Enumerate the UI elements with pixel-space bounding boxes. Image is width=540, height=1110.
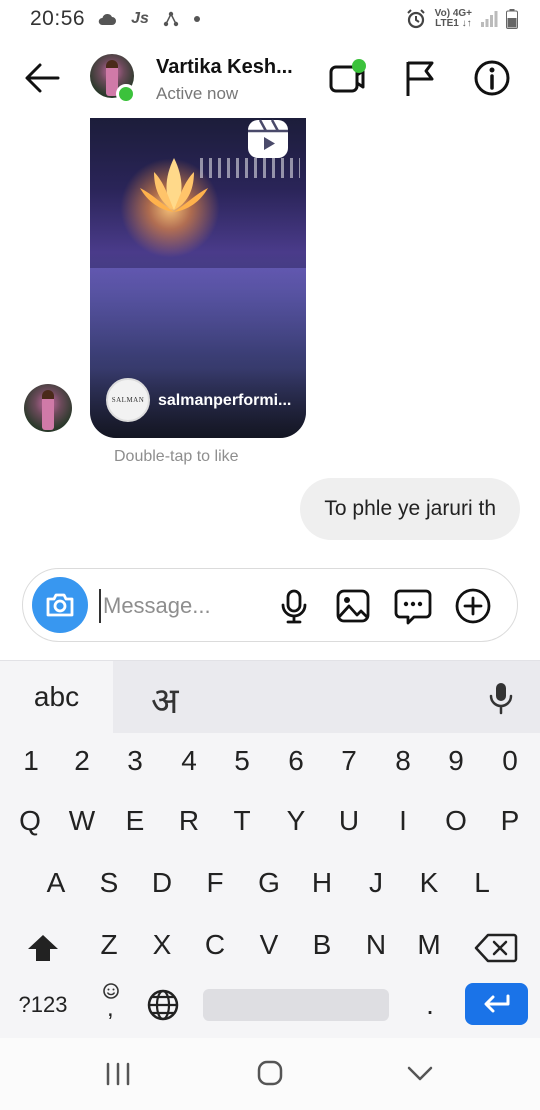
key-6[interactable]: 6 [272,733,320,789]
on-screen-keyboard: abc अ 1 2 3 4 5 6 7 8 9 0 Q W E R T Y U … [0,660,540,1038]
key-m[interactable]: M [405,917,453,973]
key-g[interactable]: G [245,855,293,911]
key-p[interactable]: P [486,793,534,849]
key-8[interactable]: 8 [379,733,427,789]
voice-input-icon[interactable] [486,681,516,715]
shared-reel-card[interactable]: SALMAN salmanperformi... [90,118,306,438]
flag-icon[interactable] [402,58,442,98]
key-r[interactable]: R [165,793,213,849]
key-z[interactable]: Z [85,917,133,973]
symbols-key[interactable]: ?123 [12,977,74,1033]
key-v[interactable]: V [245,917,293,973]
battery-icon [506,9,518,29]
keyboard-toolbar: abc अ [0,661,540,733]
key-n[interactable]: N [352,917,400,973]
key-i[interactable]: I [379,793,427,849]
signal-icon [481,11,498,27]
keyboard-tab-abc[interactable]: abc [0,661,113,733]
message-text: To phle ye jaruri th [324,497,496,520]
period-key[interactable]: . [406,977,454,1033]
nav-back-icon[interactable] [400,1058,440,1090]
enter-icon [484,994,509,1013]
microphone-icon[interactable] [275,587,313,625]
keyboard-tab-hindi-label: अ [151,681,179,722]
key-u[interactable]: U [325,793,373,849]
key-a[interactable]: A [32,855,80,911]
reel-account-logo: SALMAN [111,396,145,404]
key-2[interactable]: 2 [58,733,106,789]
message-input[interactable] [99,589,259,623]
status-time: 20:56 [30,7,86,30]
dot-icon [193,16,200,22]
globe-icon[interactable] [146,988,180,1022]
comma-label: , [107,995,114,1022]
chat-sticker-icon[interactable] [394,587,432,625]
key-d[interactable]: D [138,855,186,911]
home-icon[interactable] [250,1058,290,1090]
contact-status: Active now [156,84,239,103]
camera-icon [46,593,74,617]
key-x[interactable]: X [138,917,186,973]
key-l[interactable]: L [458,855,506,911]
key-q[interactable]: Q [6,793,54,849]
gallery-icon[interactable] [334,587,372,625]
key-b[interactable]: B [298,917,346,973]
key-9[interactable]: 9 [432,733,480,789]
info-icon[interactable] [472,58,512,98]
plus-circle-icon[interactable] [454,587,492,625]
status-bar: 20:56 Js Vo) 4G+ LTE1 ↓↑ [0,0,540,38]
key-e[interactable]: E [111,793,159,849]
enter-key[interactable] [465,983,528,1025]
key-h[interactable]: H [298,855,346,911]
key-w[interactable]: W [58,793,106,849]
space-key[interactable] [203,989,389,1021]
backspace-icon[interactable] [474,933,518,963]
key-3[interactable]: 3 [111,733,159,789]
key-0[interactable]: 0 [486,733,534,789]
key-1[interactable]: 1 [7,733,55,789]
cloud-icon [98,13,117,25]
key-f[interactable]: F [191,855,239,911]
reel-username: salmanperformi... [158,392,292,409]
keyboard-tab-hindi[interactable]: अ [113,661,540,733]
key-4[interactable]: 4 [165,733,213,789]
notification-icons: Js [97,10,201,28]
camera-button[interactable] [32,577,88,633]
shift-icon[interactable] [26,933,60,963]
outgoing-message-bubble[interactable]: To phle ye jaruri th [300,478,520,540]
reels-icon [248,119,288,158]
key-c[interactable]: C [191,917,239,973]
recents-icon[interactable] [98,1058,138,1090]
system-navigation-bar [0,1038,540,1110]
js-icon: Js [131,10,149,27]
alarm-icon [406,9,425,29]
network-indicator: Vo) 4G+ LTE1 ↓↑ [435,9,472,29]
reel-thumbnail-lights [200,158,300,178]
double-tap-hint: Double-tap to like [114,448,239,465]
key-s[interactable]: S [85,855,133,911]
key-5[interactable]: 5 [218,733,266,789]
sender-avatar[interactable] [24,384,72,432]
contact-name[interactable]: Vartika Kesh... [156,56,293,79]
video-call-icon[interactable] [328,58,368,98]
key-y[interactable]: Y [272,793,320,849]
online-indicator [116,84,136,104]
chat-header: Vartika Kesh... Active now [0,40,540,118]
reel-account-avatar: SALMAN [106,378,150,422]
key-7[interactable]: 7 [325,733,373,789]
key-o[interactable]: O [432,793,480,849]
key-t[interactable]: T [218,793,266,849]
emoji-comma-key[interactable]: , [96,981,126,1029]
back-arrow-icon[interactable] [22,60,62,96]
message-composer [22,568,518,642]
key-j[interactable]: J [352,855,400,911]
network-label-bottom: LTE1 ↓↑ [435,18,472,29]
share-icon [163,11,179,27]
key-k[interactable]: K [405,855,453,911]
